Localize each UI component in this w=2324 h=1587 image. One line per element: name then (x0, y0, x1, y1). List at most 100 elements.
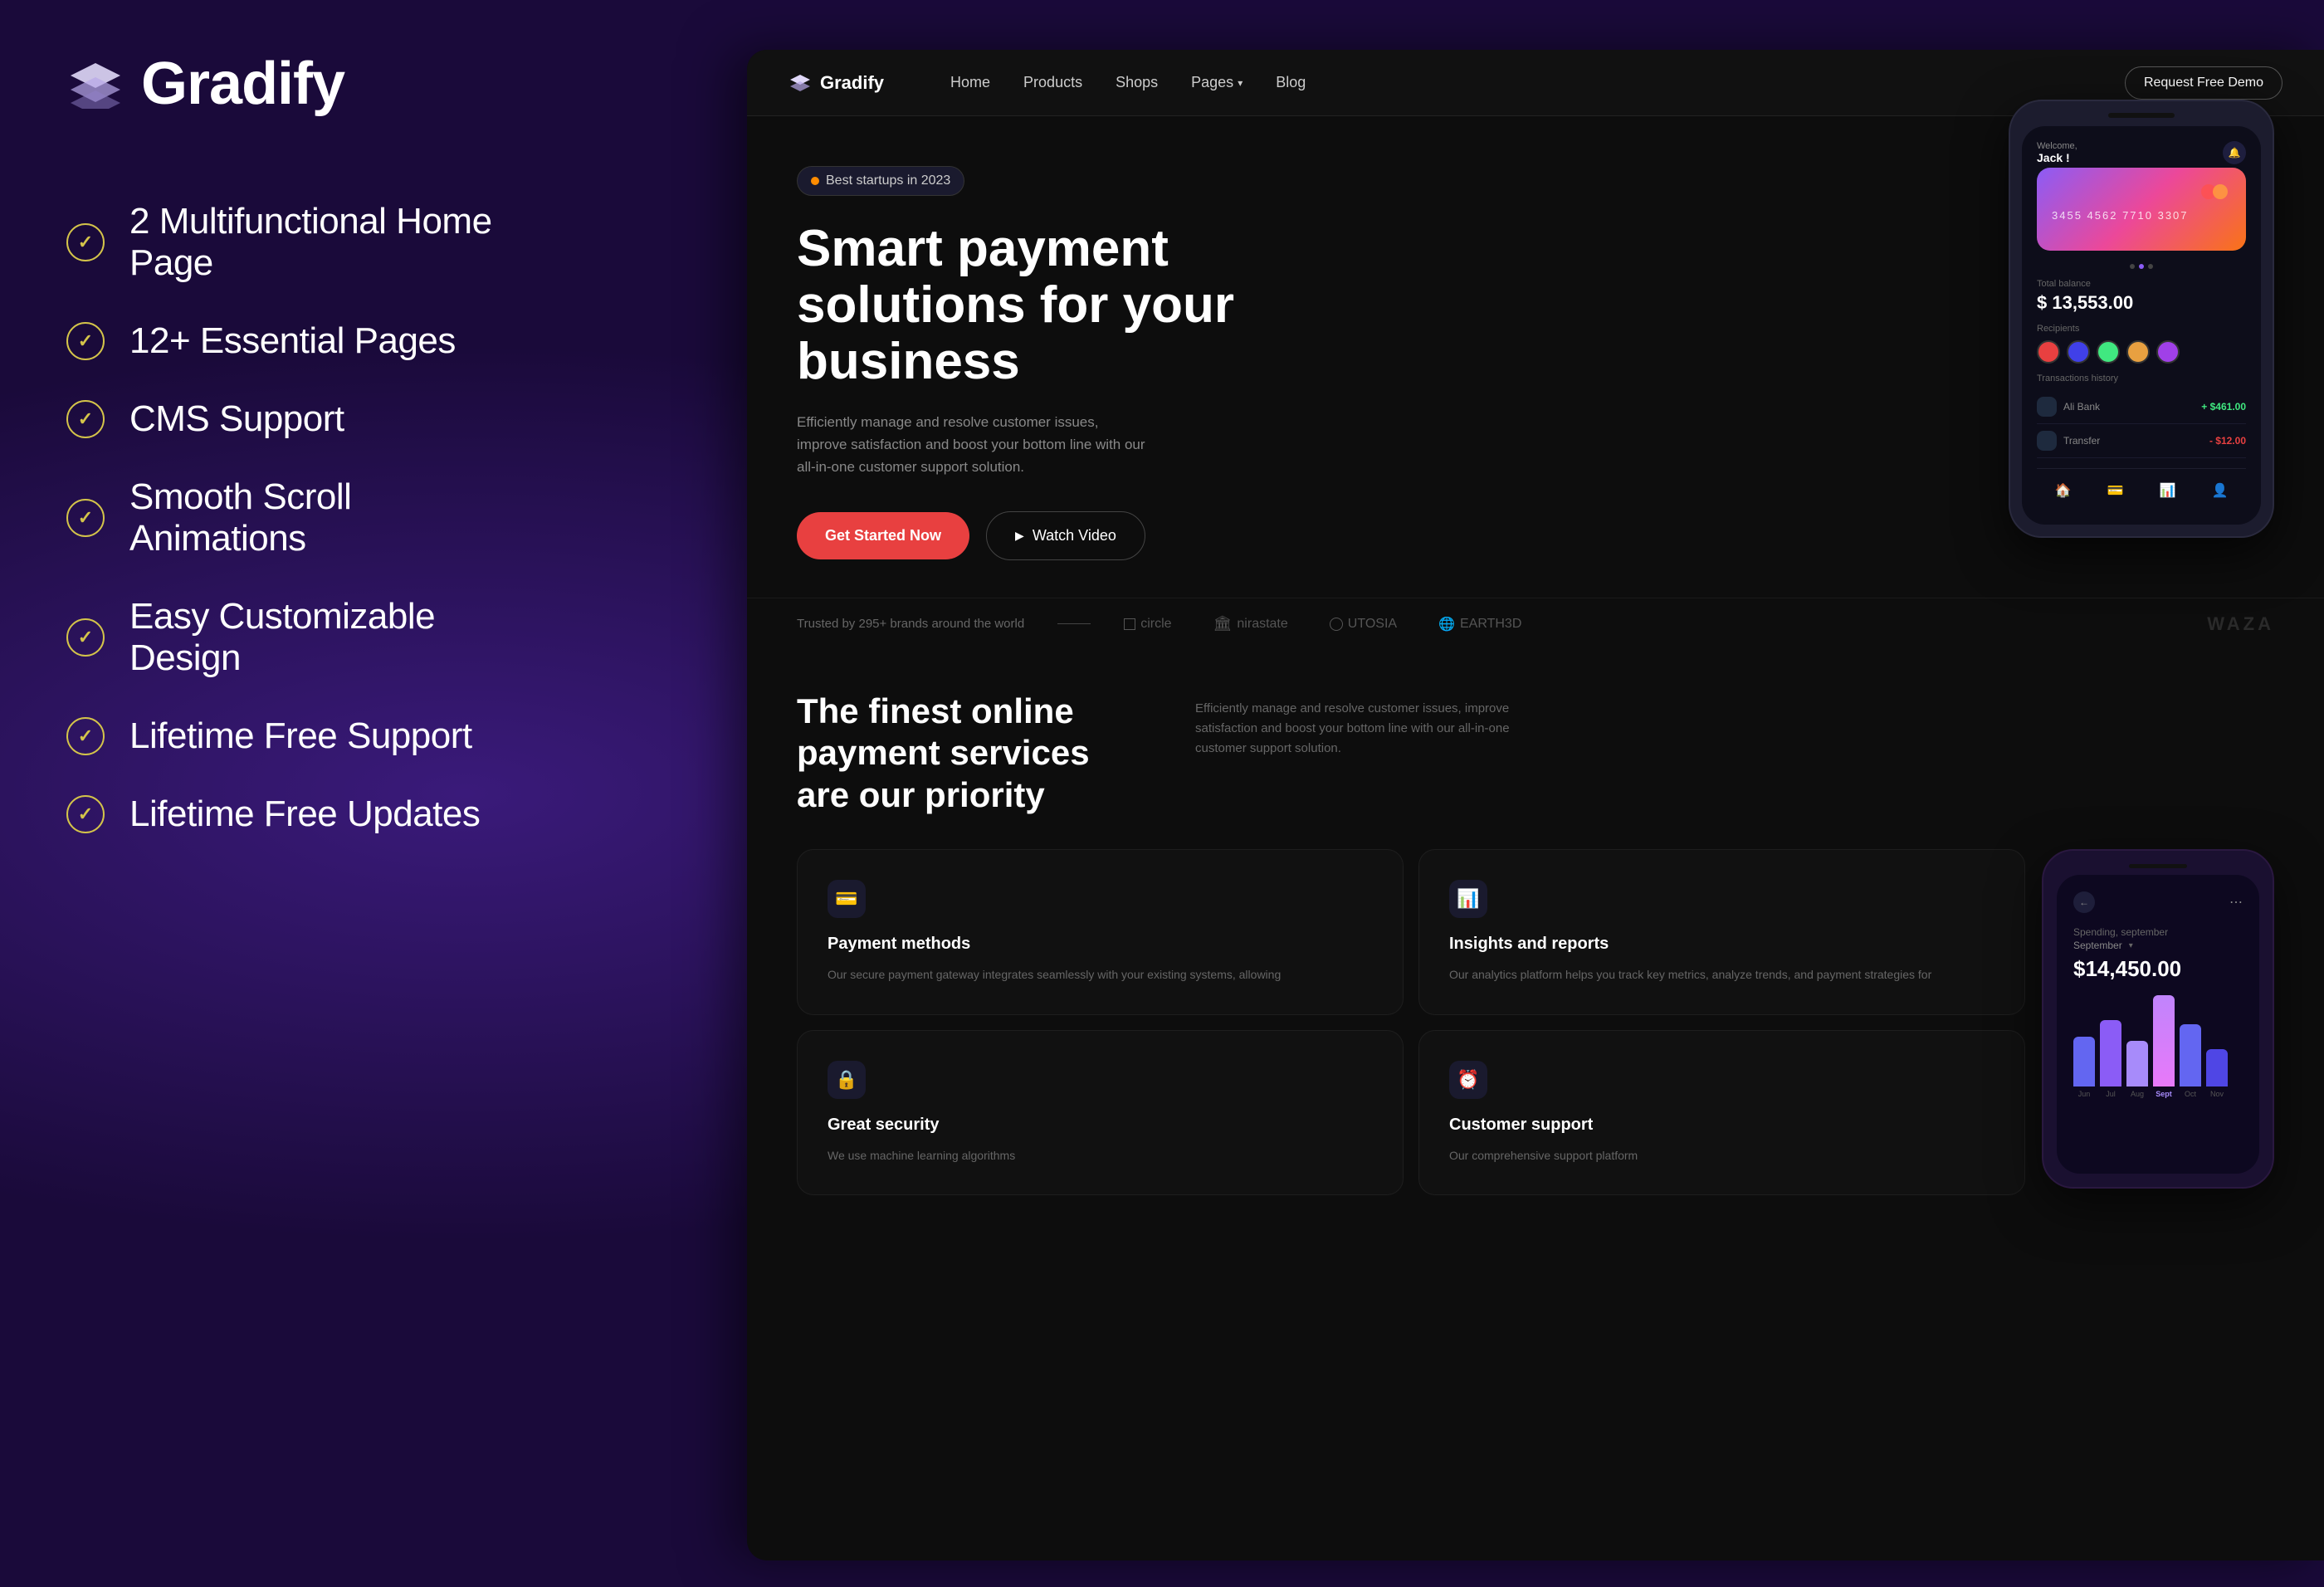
tx-name-1: Ali Bank (2063, 401, 2100, 413)
balance-section: Total balance $ 13,553.00 (2037, 279, 2246, 314)
trusted-text: Trusted by 295+ brands around the world (797, 615, 1024, 632)
recipient-avatar-5 (2156, 340, 2180, 364)
feature-item-1: 2 Multifunctional Home Page (66, 201, 531, 284)
phone-top-icons: 🔔 (2223, 141, 2246, 164)
logo-area: Gradify (66, 50, 531, 118)
user-name: Jack ! (2037, 151, 2077, 164)
analytics-phone: ← ⋯ Spending, september September ▾ $14,… (2042, 849, 2274, 1195)
browser-window: Gradify Home Products Shops Pages Blog R… (747, 50, 2324, 1560)
tx-amount-2: - $12.00 (2209, 435, 2246, 447)
hero-description: Efficiently manage and resolve customer … (797, 411, 1145, 479)
brand-names-list: circle 🏛 nirastate UTOSIA 🌐 EARTH3D (1124, 615, 1521, 632)
credit-card: 3455 4562 7710 3307 (2037, 168, 2246, 251)
nav-home-icon: 🏠 (2055, 482, 2072, 499)
utosia-icon (1330, 618, 1343, 631)
feature-item-2: 12+ Essential Pages (66, 320, 531, 362)
bar-group-jun: Jun (2073, 1037, 2095, 1098)
phone-bottom-nav: 🏠 💳 📊 👤 (2037, 468, 2246, 499)
site-logo-text: Gradify (820, 72, 884, 94)
bar-group-sept: Sept (2153, 995, 2175, 1098)
bar-jul (2100, 1020, 2121, 1086)
bar-group-jul: Jul (2100, 1020, 2121, 1098)
nav-chart-icon: 📊 (2160, 482, 2176, 499)
options-button[interactable]: ⋯ (2229, 894, 2243, 911)
transaction-item-2: Transfer - $12.00 (2037, 424, 2246, 458)
logo-text: Gradify (141, 50, 344, 118)
bar-label-jul: Jul (2106, 1090, 2116, 1098)
payment-desc: Our secure payment gateway integrates se… (828, 965, 1373, 984)
recipient-avatar-4 (2126, 340, 2150, 364)
card-top (2052, 183, 2231, 201)
insights-icon: 📊 (1449, 880, 1487, 918)
nav-pages[interactable]: Pages (1191, 74, 1243, 91)
feature-card-security: 🔒 Great security We use machine learning… (797, 1030, 1404, 1195)
nav-products[interactable]: Products (1023, 74, 1082, 91)
bar-group-oct: Oct (2180, 1024, 2201, 1098)
get-started-button[interactable]: Get Started Now (797, 512, 969, 559)
brand-earth3d: 🌐 EARTH3D (1438, 616, 1521, 632)
feature-text-5: Easy Customizable Design (129, 596, 531, 679)
brand-utosia: UTOSIA (1330, 617, 1397, 632)
site-logo: Gradify (788, 72, 884, 94)
support-icon: ⏰ (1449, 1061, 1487, 1099)
insights-desc: Our analytics platform helps you track k… (1449, 965, 1994, 984)
hero-title: Smart payment solutions for your busines… (797, 221, 1262, 391)
back-button[interactable]: ← (2073, 891, 2095, 913)
nav-home[interactable]: Home (950, 74, 990, 91)
bar-label-jun: Jun (2078, 1090, 2091, 1098)
feature-text-3: CMS Support (129, 398, 344, 440)
feature-card-payment: 💳 Payment methods Our secure payment gat… (797, 849, 1404, 1014)
check-icon-7 (66, 795, 105, 833)
earth-icon: 🌐 (1438, 616, 1455, 632)
bar-label-aug: Aug (2131, 1090, 2144, 1098)
brand-divider (1057, 623, 1091, 624)
site-logo-icon (788, 73, 812, 93)
phone-notch (2022, 113, 2261, 118)
bar-nov (2206, 1049, 2228, 1086)
feature-card-support: ⏰ Customer support Our comprehensive sup… (1418, 1030, 2025, 1195)
analytics-header: ← ⋯ (2073, 891, 2243, 913)
features-grid: 💳 Payment methods Our secure payment gat… (797, 849, 2274, 1195)
support-title: Customer support (1449, 1116, 1994, 1135)
bar-group-aug: Aug (2126, 1041, 2148, 1098)
bar-jun (2073, 1037, 2095, 1086)
phone-screen: Welcome, Jack ! 🔔 (2022, 126, 2261, 525)
analytics-amount: $14,450.00 (2073, 956, 2243, 982)
bar-sept (2153, 995, 2175, 1086)
transactions-label: Transactions history (2037, 374, 2246, 383)
feature-text-1: 2 Multifunctional Home Page (129, 201, 531, 284)
bar-aug (2126, 1041, 2148, 1086)
analytics-phone-outer: ← ⋯ Spending, september September ▾ $14,… (2042, 849, 2274, 1189)
nav-blog[interactable]: Blog (1276, 74, 1306, 91)
welcome-label: Welcome, (2037, 141, 2077, 151)
feature-item-7: Lifetime Free Updates (66, 794, 531, 835)
section-layout: The finest online payment services are o… (797, 691, 2274, 816)
recipient-avatar-3 (2097, 340, 2120, 364)
feature-item-4: Smooth Scroll Animations (66, 476, 531, 559)
insights-title: Insights and reports (1449, 935, 1994, 954)
features-cards-grid: 💳 Payment methods Our secure payment gat… (797, 849, 2025, 1195)
brands-section: Trusted by 295+ brands around the world … (747, 598, 2324, 649)
check-icon-6 (66, 717, 105, 755)
check-icon-2 (66, 322, 105, 360)
waza-brand: WAZA (2207, 613, 2274, 635)
nav-card-icon: 💳 (2107, 482, 2124, 499)
recipient-avatar-1 (2037, 340, 2060, 364)
notification-icon[interactable]: 🔔 (2223, 141, 2246, 164)
security-desc: We use machine learning algorithms (828, 1146, 1373, 1165)
dropdown-icon[interactable]: ▾ (2129, 941, 2133, 950)
feature-text-2: 12+ Essential Pages (129, 320, 456, 362)
watch-video-button[interactable]: Watch Video (986, 511, 1145, 560)
bar-label-oct: Oct (2185, 1090, 2196, 1098)
security-title: Great security (828, 1116, 1373, 1135)
nav-links: Home Products Shops Pages Blog (950, 74, 2092, 91)
nav-shops[interactable]: Shops (1116, 74, 1158, 91)
building-icon: 🏛 (1213, 615, 1233, 632)
card-number: 3455 4562 7710 3307 (2052, 209, 2231, 222)
badge-dot (811, 177, 819, 185)
month-text: September (2073, 940, 2122, 951)
feature-item-6: Lifetime Free Support (66, 715, 531, 757)
request-demo-button[interactable]: Request Free Demo (2125, 66, 2282, 100)
bar-group-nov: Nov (2206, 1049, 2228, 1098)
badge-text: Best startups in 2023 (826, 173, 950, 188)
